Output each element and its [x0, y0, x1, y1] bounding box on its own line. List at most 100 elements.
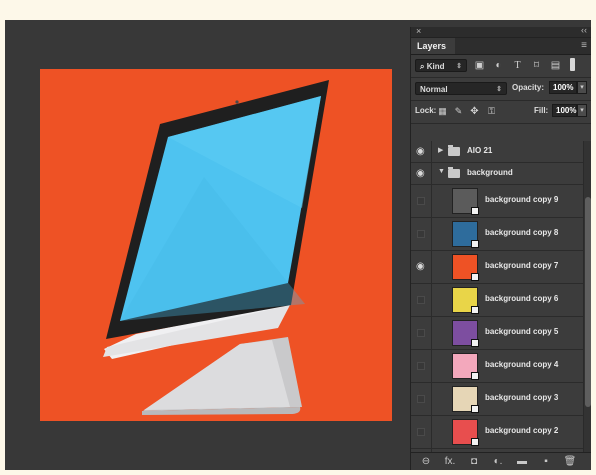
hidden-box-icon — [417, 362, 425, 370]
layer-row[interactable]: background copy 8 — [411, 218, 583, 251]
lock-pixels-icon[interactable]: ✎ — [453, 106, 464, 117]
smart-object-filter-icon[interactable]: ▤ — [550, 60, 561, 71]
hidden-box-icon — [417, 197, 425, 205]
opacity-input[interactable]: 100% — [549, 81, 577, 94]
visibility-toggle[interactable] — [411, 185, 432, 217]
layer-name: AIO 21 — [467, 146, 493, 155]
fx-icon[interactable]: fx. — [443, 455, 457, 468]
hidden-box-icon — [417, 329, 425, 337]
layer-thumbnail[interactable] — [452, 320, 479, 347]
search-icon: ⌕ — [420, 62, 425, 71]
hidden-box-icon — [417, 395, 425, 403]
layers-scrollbar[interactable] — [583, 141, 591, 453]
visibility-toggle[interactable] — [411, 284, 432, 316]
fill-label: Fill: — [534, 106, 549, 115]
image-filter-icon[interactable]: ▣ — [474, 60, 485, 71]
adjustment-filter-icon[interactable]: ◐ — [493, 60, 504, 71]
layers-panel: × ‹‹ Layers ≡ ⌕ Kind ⇕ ▣ ◐ T ⌑ ▤ Normal … — [410, 25, 591, 470]
layer-row[interactable]: background copy 4 — [411, 350, 583, 383]
adjustment-icon[interactable]: ◐. — [491, 455, 505, 468]
layer-thumbnail[interactable] — [452, 353, 479, 380]
layer-name: background copy 2 — [485, 426, 559, 435]
folder-icon — [448, 145, 460, 156]
visibility-toggle[interactable]: ◉ — [411, 251, 432, 283]
layer-name: background — [467, 168, 513, 177]
mask-icon[interactable]: ◘ — [467, 455, 481, 468]
tab-layers[interactable]: Layers — [411, 38, 455, 54]
filter-toggle-switch[interactable] — [570, 58, 575, 71]
layer-name: background copy 5 — [485, 327, 559, 336]
layer-group-row[interactable]: ◉ ▼ background — [411, 163, 583, 185]
scrollbar-thumb[interactable] — [585, 197, 591, 407]
select-caret-icon: ⇕ — [456, 63, 462, 70]
layer-name: background copy 3 — [485, 393, 559, 402]
layer-thumbnail[interactable] — [452, 419, 479, 446]
hidden-box-icon — [417, 230, 425, 238]
layer-name: background copy 4 — [485, 360, 559, 369]
layer-row[interactable]: background copy 3 — [411, 383, 583, 416]
shape-filter-icon[interactable]: ⌑ — [531, 60, 542, 71]
collapse-panel-icon[interactable]: ‹‹ — [581, 25, 587, 35]
opacity-dropdown-icon[interactable]: ▾ — [577, 81, 587, 94]
folder-icon — [448, 167, 460, 178]
fill-dropdown-icon[interactable]: ▾ — [577, 104, 587, 117]
smart-object-icon — [471, 339, 479, 347]
layer-name: background copy 7 — [485, 261, 559, 270]
visibility-toggle[interactable] — [411, 317, 432, 349]
layer-row[interactable]: background copy 5 — [411, 317, 583, 350]
panel-titlebar: × ‹‹ — [411, 25, 591, 38]
eye-icon: ◉ — [416, 261, 425, 272]
panel-menu-icon[interactable]: ≡ — [581, 40, 587, 51]
select-caret-icon: ⇕ — [496, 86, 502, 93]
visibility-toggle[interactable] — [411, 350, 432, 382]
imac-illustration — [103, 80, 329, 415]
layer-name: background copy 8 — [485, 228, 559, 237]
hidden-box-icon — [417, 296, 425, 304]
blend-bar: Normal ⇕ Opacity: 100% ▾ — [411, 78, 591, 101]
layer-row[interactable]: background copy 9 — [411, 185, 583, 218]
visibility-toggle[interactable] — [411, 383, 432, 415]
hidden-box-icon — [417, 428, 425, 436]
layer-name: background copy 9 — [485, 195, 559, 204]
layer-row[interactable]: background copy 2 — [411, 416, 583, 449]
layer-group-row[interactable]: ◉ ▶ AIO 21 — [411, 141, 583, 163]
filter-bar: ⌕ Kind ⇕ ▣ ◐ T ⌑ ▤ — [411, 55, 591, 78]
layer-thumbnail[interactable] — [452, 287, 479, 314]
type-filter-icon[interactable]: T — [512, 60, 523, 71]
fill-input[interactable]: 100% — [552, 104, 577, 117]
visibility-toggle[interactable] — [411, 416, 432, 448]
layer-row[interactable]: background copy 6 — [411, 284, 583, 317]
lock-all-icon[interactable]: ⚿ — [486, 106, 497, 117]
visibility-toggle[interactable] — [411, 218, 432, 250]
kind-filter-label: Kind — [426, 62, 445, 71]
visibility-toggle[interactable]: ◉ — [411, 163, 432, 184]
opacity-label: Opacity: — [512, 83, 545, 92]
trash-icon[interactable]: 🗑 — [563, 455, 577, 468]
layer-thumbnail[interactable] — [452, 386, 479, 413]
lock-transparency-icon[interactable]: ▦ — [437, 106, 448, 117]
visibility-toggle[interactable]: ◉ — [411, 141, 432, 162]
layer-thumbnail[interactable] — [452, 221, 479, 248]
document-canvas[interactable] — [40, 69, 392, 421]
layer-thumbnail[interactable] — [452, 188, 479, 215]
smart-object-icon — [471, 207, 479, 215]
smart-object-icon — [471, 240, 479, 248]
chevron-down-icon[interactable]: ▼ — [438, 168, 445, 175]
layer-thumbnail[interactable] — [452, 254, 479, 281]
folder-icon[interactable]: ▬ — [515, 455, 529, 468]
lock-position-icon[interactable]: ✥ — [469, 106, 480, 117]
panel-footer: ⊖ fx. ◘ ◐. ▬ ▪ 🗑 — [411, 452, 591, 470]
smart-object-icon — [471, 438, 479, 446]
smart-object-icon — [471, 273, 479, 281]
new-layer-icon[interactable]: ▪ — [539, 455, 553, 468]
blend-mode-value: Normal — [420, 85, 448, 94]
smart-object-icon — [471, 372, 479, 380]
layer-row[interactable]: ◉ background copy 7 — [411, 251, 583, 284]
close-panel-icon[interactable]: × — [416, 26, 421, 36]
chevron-right-icon[interactable]: ▶ — [438, 146, 443, 154]
blend-mode-select[interactable]: Normal ⇕ — [415, 82, 507, 95]
eye-icon: ◉ — [416, 167, 425, 179]
panel-tabbar: Layers ≡ — [411, 38, 591, 55]
link-icon[interactable]: ⊖ — [419, 455, 433, 468]
kind-filter-select[interactable]: ⌕ Kind ⇕ — [415, 59, 467, 72]
